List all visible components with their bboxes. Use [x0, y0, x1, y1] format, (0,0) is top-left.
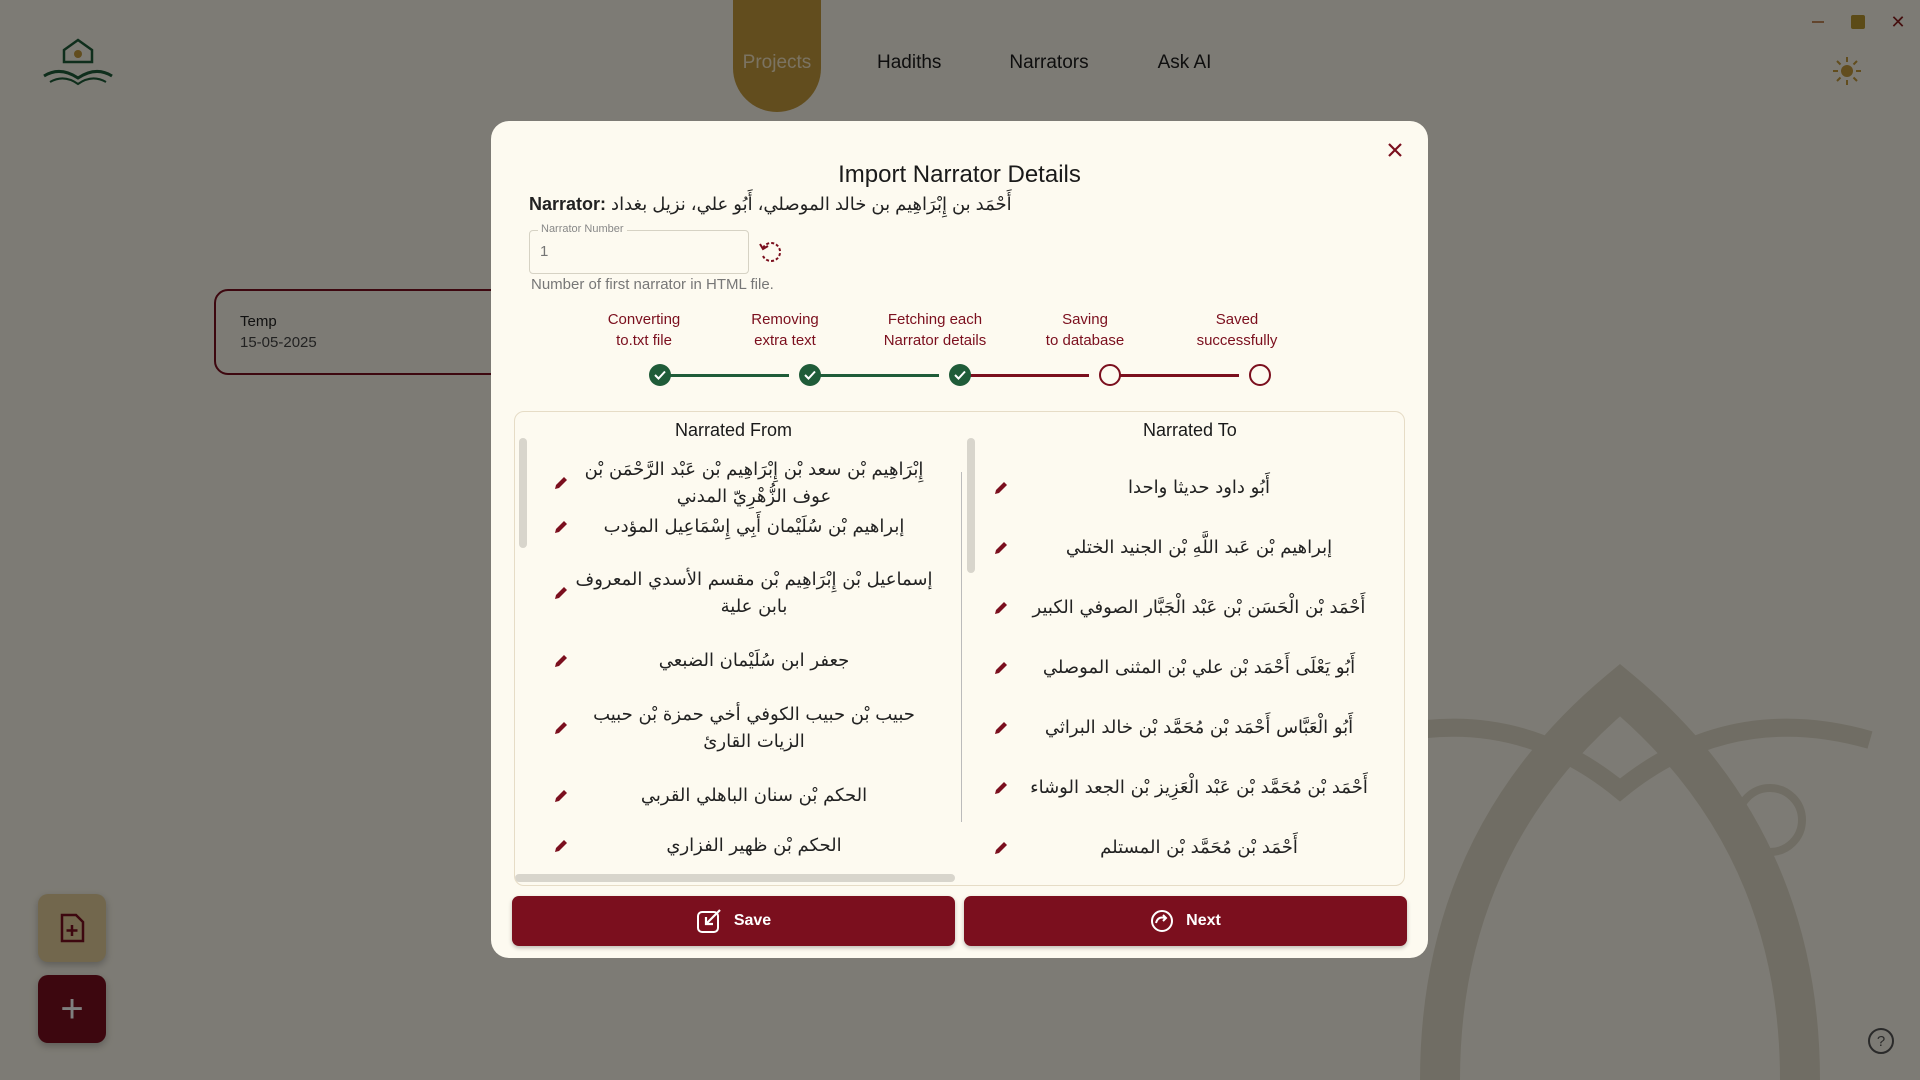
- step-label: Removing extra text: [751, 311, 819, 349]
- list-item: أَبُو يَعْلَى أَحْمَد بْن علي بْن المثنى…: [993, 654, 1389, 681]
- list-item: أَحْمَد بْن مُحَمَّد بْن المستلم: [993, 834, 1389, 861]
- narrated-to-list[interactable]: أَبُو داود حديثا واحدا إبراهيم بْن عَبد …: [977, 446, 1404, 885]
- edit-icon[interactable]: [553, 519, 569, 535]
- next-button[interactable]: Next: [964, 896, 1407, 946]
- list-item: أَحْمَد بْن مُحَمَّد بْن عَبْد الْعَزِيز…: [993, 774, 1389, 801]
- narrator-name: أَحْمَد بن إِبْرَاهِيم بن خالد الموصلي، …: [611, 194, 1012, 214]
- narrator-number-field[interactable]: Narrator Number: [529, 223, 749, 274]
- list-item: إبراهيم بْن عَبد اللَّهِ بْن الجنيد الخت…: [993, 534, 1389, 561]
- step-connector: [655, 374, 789, 377]
- list-item: الحكم بْن ظهير الفزاري: [553, 832, 939, 859]
- save-button[interactable]: Save: [512, 896, 955, 946]
- list-item: الحكم بْن سنان الباهلي القربي: [553, 782, 939, 809]
- narrated-from-list[interactable]: إِبْرَاهِيم بْن سعد بْن إِبْرَاهِيم بْن …: [515, 446, 965, 876]
- narrator-number-helper: Number of first narrator in HTML file.: [531, 276, 774, 293]
- edit-icon[interactable]: [993, 780, 1009, 796]
- list-item: أَحْمَد بْن الْحَسَن بْن عَبْد الْجَبَّا…: [993, 594, 1389, 621]
- step-connector: [805, 374, 939, 377]
- step-pending-icon: [1099, 364, 1121, 386]
- step-label: Saved successfully: [1196, 311, 1278, 349]
- modal-title: Import Narrator Details: [838, 161, 1081, 188]
- step-complete-icon: [949, 364, 971, 386]
- step-pending-icon: [1249, 364, 1271, 386]
- edit-icon[interactable]: [993, 540, 1009, 556]
- narrated-from-heading: Narrated From: [675, 420, 793, 440]
- list-item: إبراهيم بْن سُلَيْمان أَبِي إِسْمَاعِيل …: [553, 513, 939, 540]
- narrated-from-hscrollbar[interactable]: [515, 874, 955, 882]
- list-item: إسماعيل بْن إِبْرَاهِيم بْن مقسم الأسدي …: [553, 566, 939, 620]
- step-connector: [1105, 374, 1239, 377]
- import-narrator-modal: Import Narrator Details Narrator: أَحْمَ…: [491, 121, 1428, 958]
- step-complete-icon: [649, 364, 671, 386]
- narrated-to-heading: Narrated To: [1143, 420, 1237, 440]
- narrated-from-scrollbar[interactable]: [519, 438, 527, 548]
- progress-stepper: Converting to.txt file Removing extra text…: [491, 309, 1428, 389]
- step-complete-icon: [799, 364, 821, 386]
- list-item: حبيب بْن حبيب الكوفي أخي حمزة بْن حبيب ا…: [553, 701, 939, 755]
- step-label: Saving to database: [1045, 311, 1125, 349]
- list-item: أَبُو داود حديثا واحدا: [993, 474, 1389, 501]
- narrator-number-input[interactable]: [540, 243, 720, 260]
- edit-icon[interactable]: [993, 600, 1009, 616]
- step-connector: [955, 374, 1089, 377]
- edit-icon[interactable]: [993, 660, 1009, 676]
- narrated-to-scrollbar[interactable]: [967, 438, 975, 573]
- column-divider: [961, 472, 962, 822]
- edit-icon[interactable]: [993, 840, 1009, 856]
- save-label: Save: [733, 912, 772, 929]
- edit-icon[interactable]: [553, 720, 569, 736]
- next-icon: [1151, 910, 1174, 932]
- edit-icon[interactable]: [553, 653, 569, 669]
- reset-icon[interactable]: [758, 239, 784, 265]
- edit-icon[interactable]: [553, 585, 569, 601]
- edit-icon[interactable]: [553, 475, 569, 491]
- list-item: جعفر ابن سُلَيْمان الضبعي: [553, 647, 939, 674]
- step-label: Converting to.txt file: [607, 311, 681, 349]
- narrator-number-label: Narrator Number: [538, 223, 627, 235]
- step-label: Fetching each Narrator details: [883, 311, 987, 349]
- list-item: أَبُو الْعَبَّاس أَحْمَد بْن مُحَمَّد بْ…: [993, 714, 1389, 741]
- narrator-relations-panel: Narrated From Narrated To إِبْرَاهِيم بْ…: [514, 411, 1405, 886]
- save-icon: [696, 909, 721, 933]
- list-item: إِبْرَاهِيم بْن سعد بْن إِبْرَاهِيم بْن …: [553, 456, 939, 510]
- narrator-info: Narrator: أَحْمَد بن إِبْرَاهِيم بن خالد…: [529, 194, 1012, 215]
- edit-icon[interactable]: [993, 720, 1009, 736]
- edit-icon[interactable]: [553, 788, 569, 804]
- narrator-label: Narrator:: [529, 194, 607, 214]
- next-label: Next: [1186, 912, 1221, 929]
- edit-icon[interactable]: [553, 838, 569, 854]
- edit-icon[interactable]: [993, 480, 1009, 496]
